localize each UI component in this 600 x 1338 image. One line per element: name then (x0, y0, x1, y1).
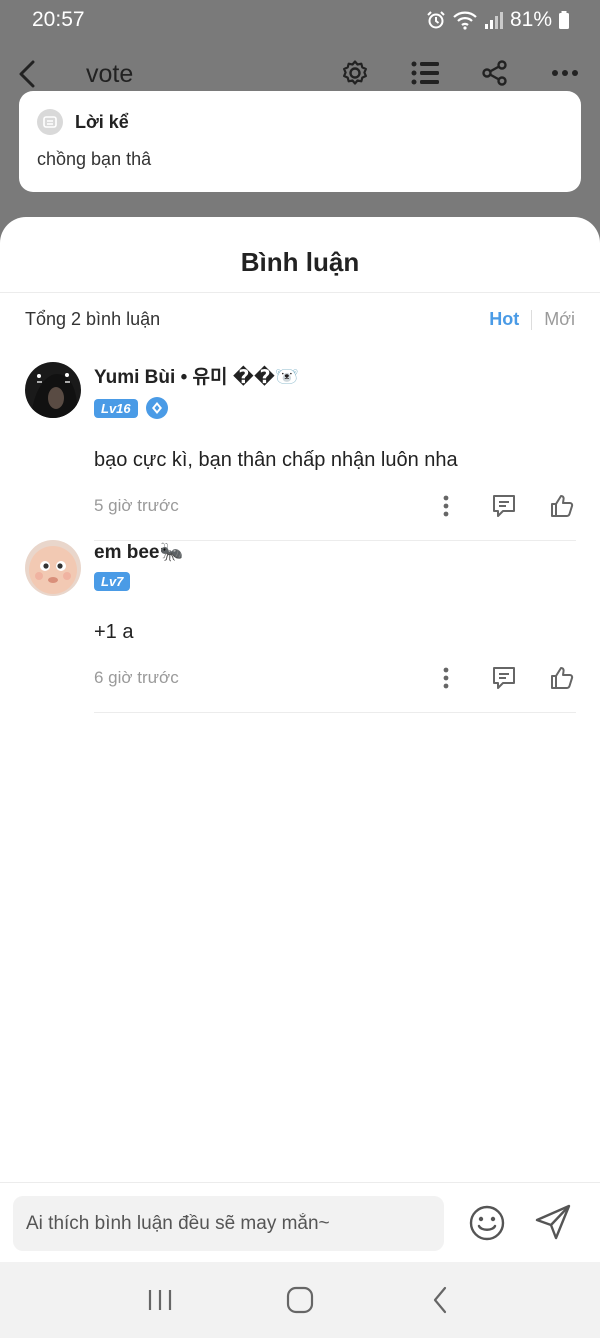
system-back-button[interactable] (420, 1280, 460, 1320)
settings-icon (343, 60, 367, 85)
diamond-badge-icon (145, 397, 168, 419)
page-title: vote (86, 60, 134, 88)
sort-tabs: Hot Mới (477, 309, 575, 330)
comment-meta: 5 giờ trước (94, 488, 576, 524)
signal-icon (484, 12, 503, 29)
narration-card: Lời kể chồng bạn thâ (19, 91, 581, 192)
chevron-left-icon (433, 1286, 447, 1314)
narration-label: Lời kể (75, 111, 129, 132)
share-button[interactable] (478, 56, 512, 90)
comment-input[interactable] (13, 1196, 444, 1251)
level-badge: Lv16 (94, 398, 138, 418)
sheet-title: Bình luận (240, 247, 360, 277)
comment-more-button[interactable] (432, 664, 460, 692)
reply-button[interactable] (490, 492, 518, 520)
alarm-icon (427, 11, 445, 29)
comment-input-bar (0, 1182, 600, 1262)
avatar[interactable] (25, 540, 81, 596)
battery-percent: 81% (509, 8, 552, 31)
reply-icon (493, 667, 515, 689)
home-button[interactable] (280, 1280, 320, 1320)
thumbs-up-icon (551, 667, 574, 689)
home-icon (286, 1286, 314, 1314)
divider (94, 712, 576, 713)
comment-text: bạo cực kì, bạn thân chấp nhận luôn nha (94, 449, 458, 471)
vertical-dots-icon (443, 667, 449, 689)
more-button[interactable] (548, 56, 582, 90)
send-button[interactable] (534, 1203, 572, 1241)
reply-icon (493, 495, 515, 517)
status-bar: 20:57 81% (0, 0, 600, 40)
comment-actions (432, 664, 576, 692)
wifi-icon (453, 11, 477, 30)
comment-more-button[interactable] (432, 492, 460, 520)
back-button[interactable] (12, 56, 42, 92)
avatar[interactable] (25, 362, 81, 418)
list-icon (411, 61, 439, 85)
comment-time: 5 giờ trước (94, 496, 179, 515)
comment-meta: 6 giờ trước (94, 660, 576, 696)
badges: Lv16 (94, 397, 576, 419)
comment-time: 6 giờ trước (94, 668, 179, 687)
badges: Lv7 (94, 572, 576, 591)
back-icon (19, 60, 35, 88)
sort-tab-new[interactable]: Mới (532, 309, 575, 330)
emoji-button[interactable] (468, 1204, 506, 1242)
comment-body: Yumi Bùi • 유미 ��🐻‍❄️ Lv16 bạo cực kì, bạ… (94, 362, 576, 541)
status-icons: 81% (426, 8, 570, 32)
top-actions (338, 56, 582, 90)
battery-icon (559, 11, 569, 29)
comment-author[interactable]: em bee🐜 (94, 540, 576, 564)
share-icon (482, 60, 507, 86)
thumbs-up-icon (551, 495, 574, 517)
narration-header: Lời kể (37, 109, 563, 135)
reply-button[interactable] (490, 664, 518, 692)
divider (0, 292, 600, 293)
status-time: 20:57 (32, 8, 85, 31)
emoji-icon (469, 1205, 505, 1241)
comment-author[interactable]: Yumi Bùi • 유미 ��🐻‍❄️ (94, 362, 576, 389)
narration-text: chồng bạn thâ (37, 149, 152, 169)
more-icon (552, 70, 578, 76)
list-button[interactable] (408, 56, 442, 90)
send-icon (535, 1204, 571, 1240)
recent-apps-button[interactable] (140, 1280, 180, 1320)
recent-apps-icon (148, 1290, 172, 1310)
comments-summary: Tổng 2 bình luận Hot Mới (25, 309, 575, 330)
comment-body: em bee🐜 Lv7 +1 a 6 giờ trước (94, 540, 576, 713)
comment-actions (432, 492, 576, 520)
settings-button[interactable] (338, 56, 372, 90)
narration-icon (37, 109, 63, 135)
like-button[interactable] (548, 664, 576, 692)
comments-sheet: Bình luận Tổng 2 bình luận Hot Mới Yumi … (0, 217, 600, 1338)
total-comments: Tổng 2 bình luận (25, 309, 161, 329)
comment-text: +1 a (94, 621, 134, 643)
sort-tab-hot[interactable]: Hot (477, 309, 519, 330)
system-nav-bar (0, 1262, 600, 1338)
level-badge: Lv7 (94, 572, 131, 591)
vertical-dots-icon (443, 495, 449, 517)
like-button[interactable] (548, 492, 576, 520)
